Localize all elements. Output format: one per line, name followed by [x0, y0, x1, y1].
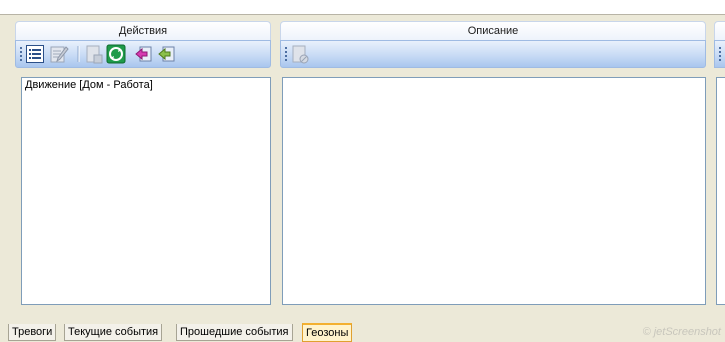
- watermark: © jetScreenshot: [642, 326, 721, 338]
- list-item[interactable]: Движение [Дом - Работа]: [22, 78, 270, 92]
- actions-list[interactable]: Движение [Дом - Работа]: [21, 77, 271, 305]
- third-panel: [714, 21, 725, 68]
- bottom-tabs: Тревоги Текущие события Прошедшие событи…: [0, 323, 725, 342]
- third-panel-area[interactable]: [716, 77, 725, 305]
- actions-panel-header: Действия: [15, 21, 271, 40]
- toolbar-grip[interactable]: [20, 46, 22, 62]
- actions-panel: Действия: [15, 21, 271, 68]
- import-icon[interactable]: [134, 44, 154, 64]
- recycle-icon[interactable]: [106, 44, 126, 64]
- tab-geozones[interactable]: Геозоны: [302, 323, 353, 342]
- tab-current-events[interactable]: Текущие события: [64, 324, 163, 341]
- tab-alarms[interactable]: Тревоги: [8, 324, 57, 341]
- document-delete-icon[interactable]: [290, 44, 310, 64]
- toolbar-separator: [77, 44, 80, 64]
- description-area[interactable]: [282, 77, 706, 305]
- description-toolbar: [280, 40, 706, 68]
- top-strip: [0, 0, 725, 15]
- export-icon[interactable]: [157, 44, 177, 64]
- tab-past-events[interactable]: Прошедшие события: [176, 324, 293, 341]
- list-icon[interactable]: [25, 44, 45, 64]
- description-panel-header: Описание: [280, 21, 706, 40]
- document-disabled-icon[interactable]: [84, 44, 104, 64]
- edit-icon[interactable]: [49, 44, 69, 64]
- toolbar-grip[interactable]: [719, 46, 721, 62]
- third-panel-header: [714, 21, 725, 40]
- third-toolbar: [714, 40, 725, 68]
- actions-toolbar: [15, 40, 271, 68]
- toolbar-grip[interactable]: [285, 46, 287, 62]
- description-panel: Описание: [280, 21, 706, 68]
